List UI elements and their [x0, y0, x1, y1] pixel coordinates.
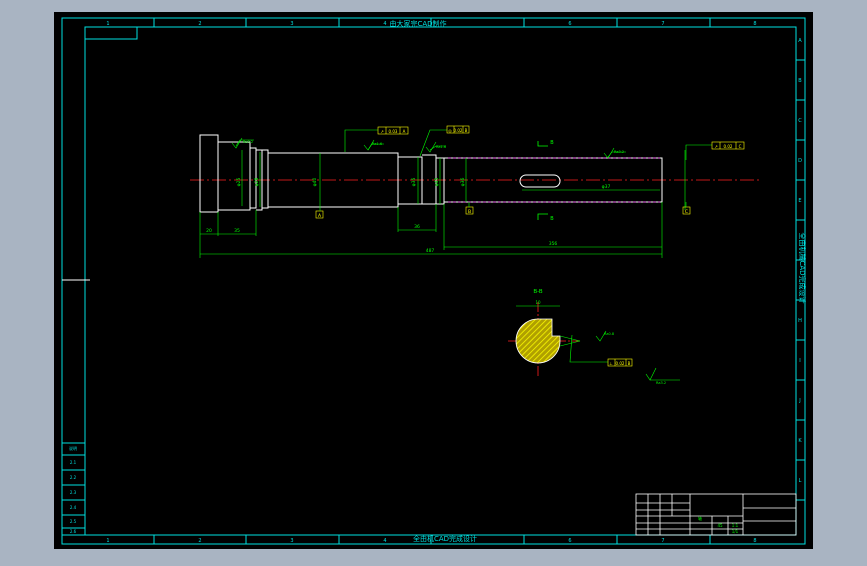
table-cell: 2.5 [70, 519, 77, 524]
gdt-symbol: ↗ [714, 144, 717, 149]
grid-letter: A [798, 38, 802, 44]
datum-letter: B [468, 209, 471, 215]
dim-d2: φ28 [254, 178, 260, 187]
grid-number: 3 [290, 21, 293, 27]
scale: 1:1 [732, 523, 739, 528]
footer-title: 全由机CAD完成设计 [413, 534, 477, 543]
grid-letter: B [798, 78, 802, 84]
grid-number: 1 [106, 21, 109, 27]
dim-length-4: 356 [549, 241, 558, 247]
gdt-datum: A [403, 129, 406, 134]
grid-number: 8 [753, 21, 756, 27]
gdt-symbol: ↗ [380, 129, 383, 134]
gdt-tol: 0.02 [616, 361, 625, 366]
dim-length-1: 20 [206, 228, 212, 234]
grid-number: 7 [661, 538, 664, 544]
grid-number: 1 [106, 538, 109, 544]
grid-number: 3 [290, 538, 293, 544]
dim-slot: φ37 [602, 184, 611, 190]
gdt-tol: 0.02 [724, 144, 733, 149]
roughness-label: Ra3.2 [656, 381, 666, 385]
dim-d3: φ40 [312, 178, 318, 187]
dim-total-length: 487 [426, 248, 435, 254]
section-width-text: 10 [535, 300, 541, 305]
roughness-label: Ra0.8 [604, 332, 614, 336]
table-cell: 说明 [69, 445, 77, 451]
datum-letter: C [685, 209, 688, 215]
grid-number: 2 [198, 21, 201, 27]
roughness-label: Ra3.2 [614, 150, 624, 154]
gdt-datum: B [465, 128, 468, 133]
roughness-label: Ra1.6 [372, 142, 382, 146]
grid-number: 6 [568, 538, 571, 544]
cad-drawing-window: 1 2 3 4 6 7 8 1 2 3 4 6 7 8 A B C D E H … [0, 0, 867, 562]
part-name: 轴 [698, 515, 702, 521]
dim-length-2: 35 [234, 228, 240, 234]
sheet: 1/1 [732, 529, 739, 534]
material: 45 [717, 523, 723, 528]
gdt-symbol: ◎ [448, 128, 452, 133]
grid-number: 4 [383, 21, 386, 27]
grid-number: 6 [568, 21, 571, 27]
gdt-datum: B [628, 361, 631, 366]
grid-letter: C [798, 118, 802, 124]
drawing-background [54, 12, 813, 549]
section-label: B [550, 216, 554, 222]
table-cell: 2.2 [70, 475, 77, 480]
table-cell: 2.3 [70, 490, 77, 495]
table-cell: 2.1 [70, 460, 77, 465]
grid-number: 2 [198, 538, 201, 544]
roughness-label: Ra3.2 [243, 140, 253, 144]
grid-letter: D [798, 158, 802, 164]
dim-length-3: 36 [414, 224, 420, 230]
dim-d5: φ45 [434, 178, 440, 187]
gdt-tol: 0.02 [454, 128, 463, 133]
dim-d6: φ36 [460, 178, 466, 187]
grid-letter: E [798, 198, 801, 204]
grid-letter: I [799, 358, 800, 364]
grid-number: 7 [661, 21, 664, 27]
grid-letter: L [799, 478, 802, 484]
drawing-canvas[interactable]: 1 2 3 4 6 7 8 1 2 3 4 6 7 8 A B C D E H … [0, 0, 867, 562]
gdt-tol: 0.03 [389, 129, 398, 134]
grid-number: 4 [383, 538, 386, 544]
table-cell: 2.4 [70, 505, 77, 510]
table-cell: 2.6 [70, 529, 77, 534]
dim-d1: φ25 [236, 178, 242, 187]
side-title: 全由机械CAD完成设计 [798, 232, 807, 303]
roughness-label: Ra1.6 [436, 145, 446, 149]
dim-d4: φ35 [411, 178, 417, 187]
section-view-title: B-B [533, 289, 543, 295]
gdt-datum: C [739, 144, 742, 149]
section-label: B [550, 140, 554, 146]
grid-letter: H [798, 318, 802, 324]
grid-letter: J [798, 398, 800, 404]
grid-number: 8 [753, 538, 756, 544]
gdt-symbol: ⊥ [609, 361, 613, 366]
